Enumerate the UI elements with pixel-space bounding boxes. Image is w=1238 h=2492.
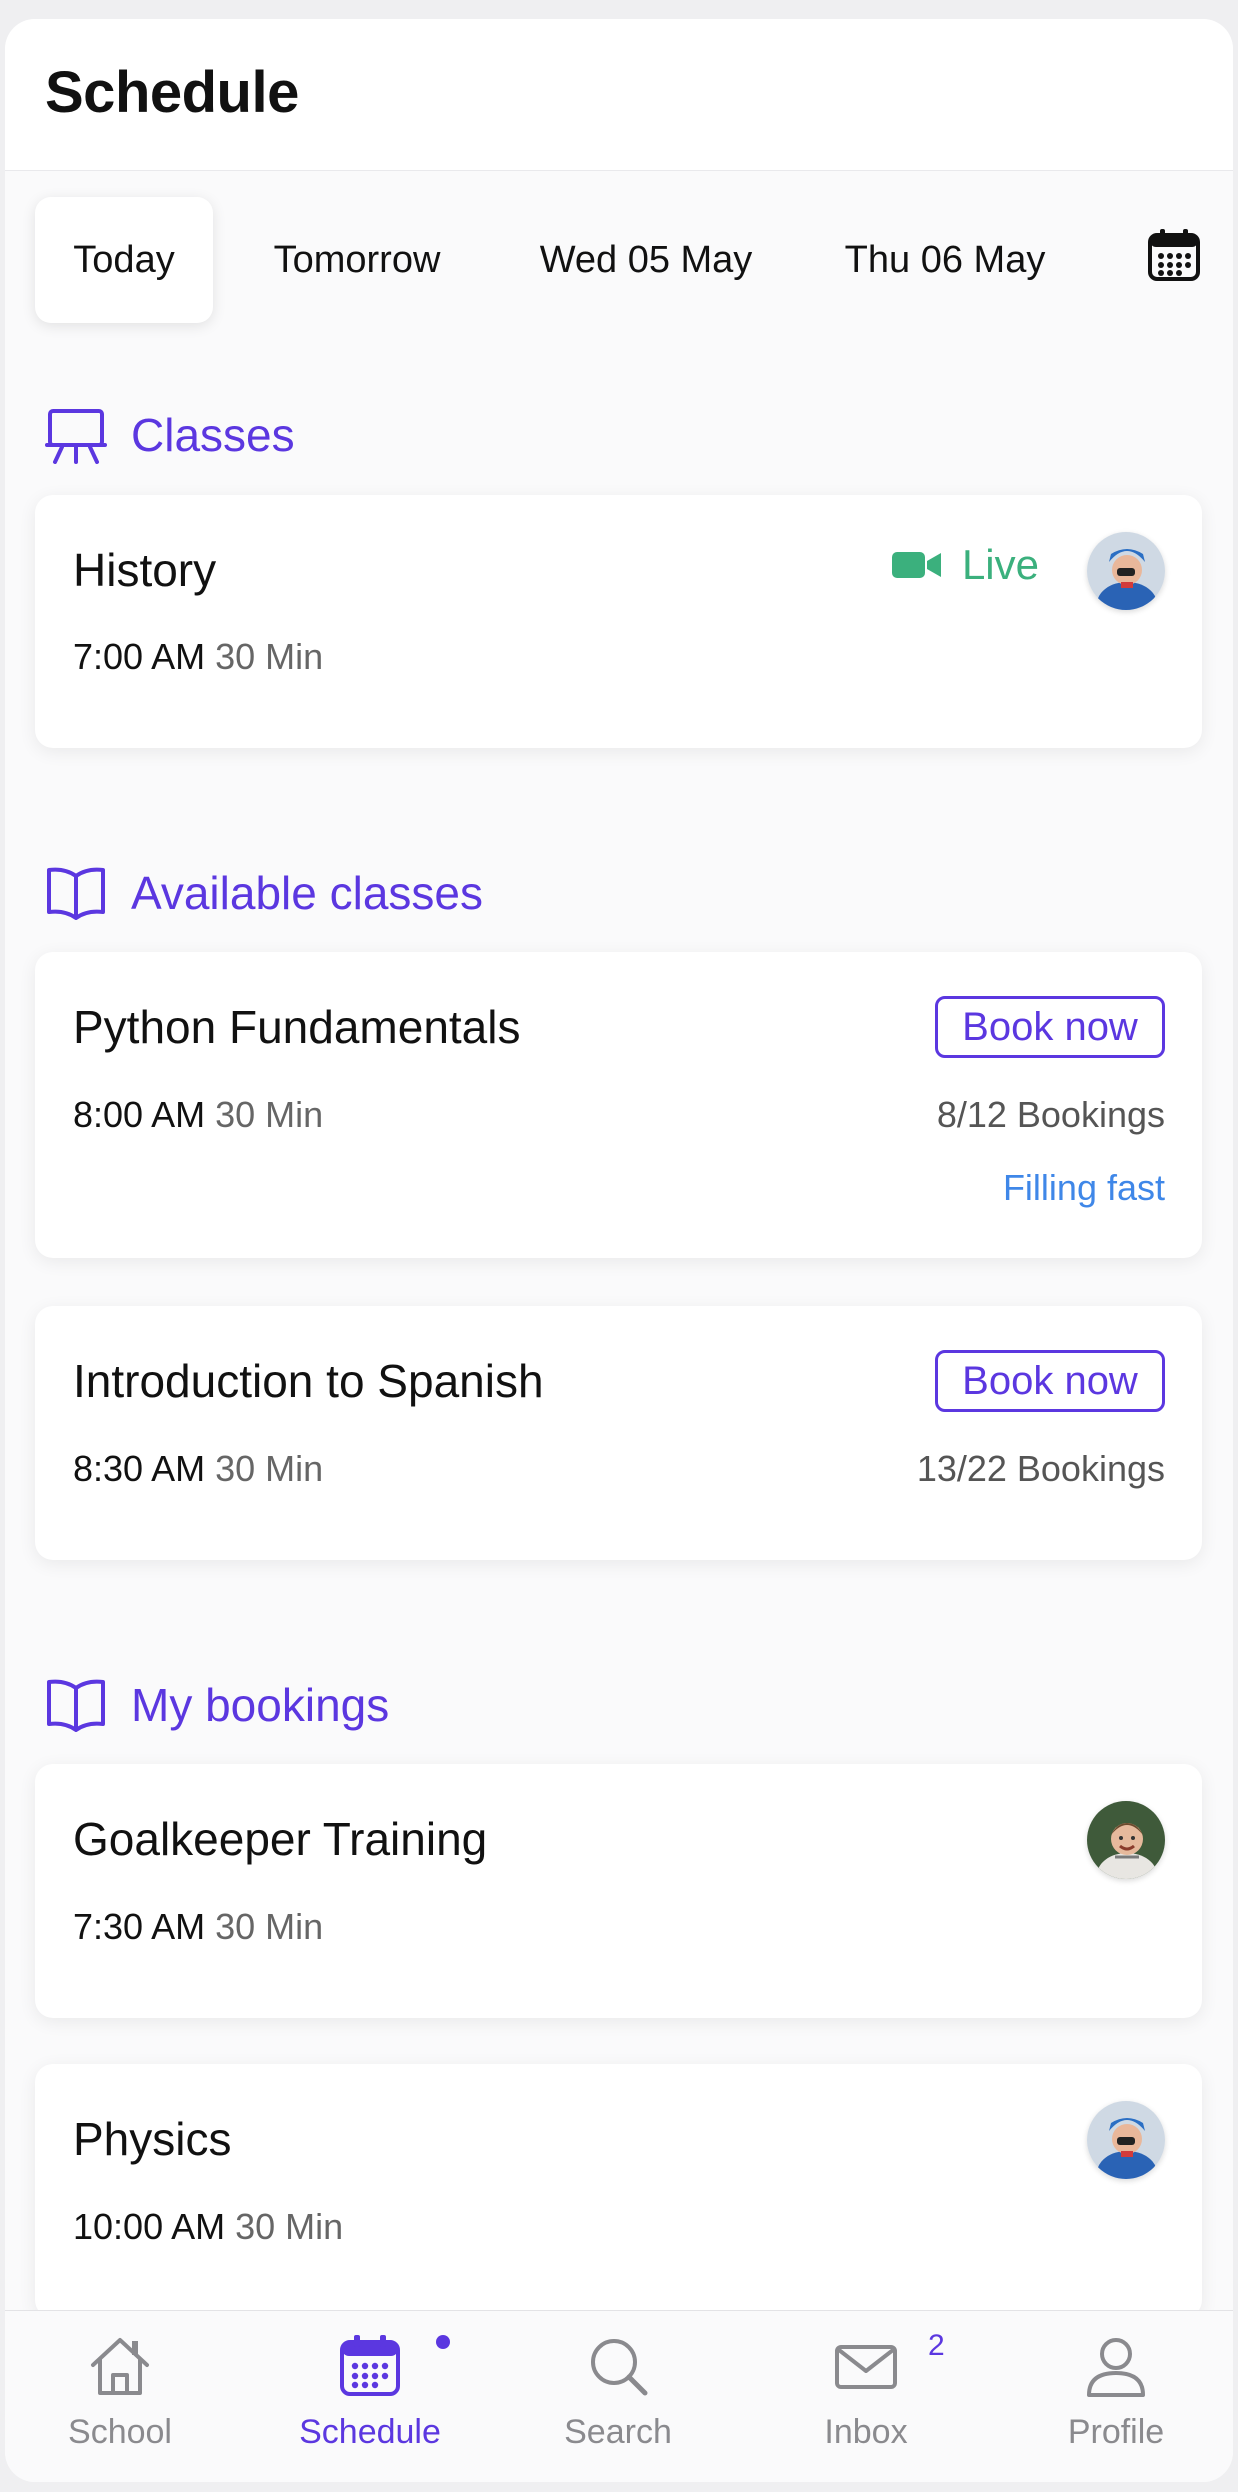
section-header-my-bookings: My bookings bbox=[45, 1672, 389, 1738]
book-now-button[interactable]: Book now bbox=[935, 1350, 1165, 1412]
nav-label: Schedule bbox=[299, 2413, 441, 2451]
notification-dot bbox=[436, 2335, 450, 2349]
start-time: 10:00 AM bbox=[73, 2206, 226, 2247]
start-time: 7:00 AM bbox=[73, 636, 206, 677]
duration: 30 Min bbox=[215, 1906, 324, 1947]
class-time: 10:00 AM 30 Min bbox=[73, 2206, 343, 2248]
avatar bbox=[1087, 1801, 1165, 1879]
avatar bbox=[1087, 2101, 1165, 2179]
nav-label: Inbox bbox=[824, 2413, 908, 2451]
user-icon bbox=[1087, 2338, 1145, 2397]
class-time: 8:30 AM 30 Min bbox=[73, 1448, 323, 1490]
class-card-history[interactable]: History Live 7:00 AM 30 Min bbox=[35, 495, 1202, 748]
unread-badge: 2 bbox=[928, 2329, 945, 2362]
class-title: Introduction to Spanish bbox=[73, 1355, 544, 1407]
class-time: 7:30 AM 30 Min bbox=[73, 1906, 323, 1948]
live-label: Live bbox=[961, 541, 1039, 588]
section-label: Classes bbox=[131, 409, 295, 461]
app-screen: Schedule Today Tomorrow Wed 05 May Thu 0… bbox=[5, 19, 1233, 2482]
nav-item-school[interactable]: School bbox=[20, 2311, 220, 2482]
duration: 30 Min bbox=[215, 1448, 324, 1489]
bookings-count: 13/22 Bookings bbox=[916, 1448, 1165, 1489]
page-title: Schedule bbox=[45, 60, 299, 125]
nav-item-profile[interactable]: Profile bbox=[1016, 2311, 1216, 2482]
duration: 30 Min bbox=[215, 636, 324, 677]
start-time: 7:30 AM bbox=[73, 1906, 206, 1947]
tab-today[interactable]: Today bbox=[35, 197, 213, 323]
filling-fast-note: Filling fast bbox=[1002, 1167, 1165, 1208]
section-header-available-classes: Available classes bbox=[45, 860, 483, 926]
class-title: Physics bbox=[73, 2113, 232, 2165]
tab-label: Tomorrow bbox=[273, 238, 441, 281]
section-label: My bookings bbox=[131, 1679, 390, 1731]
bookings-count: 8/12 Bookings bbox=[936, 1094, 1165, 1135]
class-card-python-fundamentals[interactable]: Python Fundamentals Book now 8:00 AM 30 M… bbox=[35, 952, 1202, 1258]
nav-label: Search bbox=[564, 2413, 672, 2451]
home-icon bbox=[91, 2338, 149, 2395]
avatar bbox=[1087, 532, 1165, 610]
class-time: 8:00 AM 30 Min bbox=[73, 1094, 323, 1136]
class-time: 7:00 AM 30 Min bbox=[73, 636, 323, 678]
easel-icon bbox=[45, 409, 107, 464]
bottom-nav: School Schedule Search Inbox 2 Profile bbox=[5, 2310, 1233, 2482]
nav-item-schedule[interactable]: Schedule bbox=[270, 2311, 470, 2482]
section-label: Available classes bbox=[131, 867, 484, 919]
class-title: Python Fundamentals bbox=[73, 1001, 521, 1053]
search-icon bbox=[591, 2339, 648, 2396]
tab-thu-06-may[interactable]: Thu 06 May bbox=[805, 197, 1085, 323]
class-card-introduction-to-spanish[interactable]: Introduction to Spanish Book now 8:30 AM… bbox=[35, 1306, 1202, 1560]
calendar-icon bbox=[340, 2335, 400, 2396]
class-title: Goalkeeper Training bbox=[73, 1813, 488, 1865]
book-now-button[interactable]: Book now bbox=[935, 996, 1165, 1058]
header: Schedule bbox=[5, 19, 1233, 171]
tab-label: Wed 05 May bbox=[539, 238, 753, 281]
live-indicator: Live bbox=[891, 541, 1039, 589]
mail-icon bbox=[835, 2345, 897, 2389]
start-time: 8:00 AM bbox=[73, 1094, 206, 1135]
duration: 30 Min bbox=[215, 1094, 324, 1135]
section-header-classes: Classes bbox=[45, 402, 295, 468]
book-open-icon bbox=[47, 1679, 105, 1732]
nav-label: Profile bbox=[1067, 2413, 1165, 2451]
booking-card-goalkeeper-training[interactable]: Goalkeeper Training 7:30 AM 30 Min bbox=[35, 1764, 1202, 2018]
tab-label: Thu 06 May bbox=[844, 238, 1046, 281]
start-time: 8:30 AM bbox=[73, 1448, 206, 1489]
video-camera-icon bbox=[891, 552, 941, 578]
tab-label: Today bbox=[73, 238, 175, 281]
duration: 30 Min bbox=[235, 2206, 344, 2247]
book-open-icon bbox=[47, 867, 105, 920]
nav-label: School bbox=[68, 2413, 172, 2451]
nav-item-search[interactable]: Search bbox=[518, 2311, 718, 2482]
booking-card-physics[interactable]: Physics 10:00 AM 30 Min bbox=[35, 2064, 1202, 2318]
calendar-picker-button[interactable] bbox=[1146, 227, 1202, 283]
tab-tomorrow[interactable]: Tomorrow bbox=[233, 197, 481, 323]
class-title: History bbox=[73, 544, 217, 596]
tab-wed-05-may[interactable]: Wed 05 May bbox=[501, 197, 791, 323]
calendar-icon bbox=[1148, 229, 1200, 281]
nav-item-inbox[interactable]: Inbox 2 bbox=[766, 2311, 966, 2482]
